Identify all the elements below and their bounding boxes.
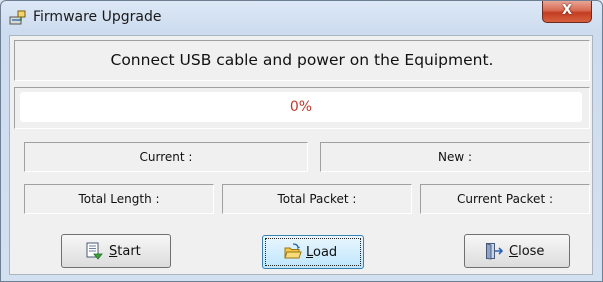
firmware-app-icon [9, 9, 27, 26]
status-message: Connect USB cable and power on the Equip… [14, 40, 590, 81]
start-button[interactable]: Start [61, 234, 171, 268]
close-button-label: Close [509, 244, 545, 259]
progress-panel: 0% [14, 87, 590, 129]
progress-percent: 0% [289, 99, 313, 115]
total-length-field: Total Length : [24, 184, 214, 214]
start-button-label: Start [109, 244, 141, 259]
dialog-body: Connect USB cable and power on the Equip… [9, 35, 593, 275]
total-packet-field: Total Packet : [222, 184, 412, 214]
title-bar[interactable]: Firmware Upgrade X [1, 1, 602, 35]
load-button-label: Load [306, 245, 338, 260]
open-folder-icon [284, 243, 302, 261]
close-icon: X [561, 3, 573, 18]
current-version-field: Current : [24, 142, 308, 172]
progress-bar: 0% [20, 92, 582, 122]
window-close-button[interactable]: X [542, 1, 592, 23]
exit-door-icon [485, 242, 504, 260]
current-packet-field: Current Packet : [420, 184, 590, 214]
window-title: Firmware Upgrade [33, 9, 162, 25]
new-version-field: New : [320, 142, 590, 172]
load-button[interactable]: Load [262, 235, 364, 269]
firmware-upgrade-window: Firmware Upgrade X Connect USB cable and… [0, 0, 603, 282]
start-document-icon [85, 242, 103, 260]
close-button[interactable]: Close [464, 234, 570, 268]
